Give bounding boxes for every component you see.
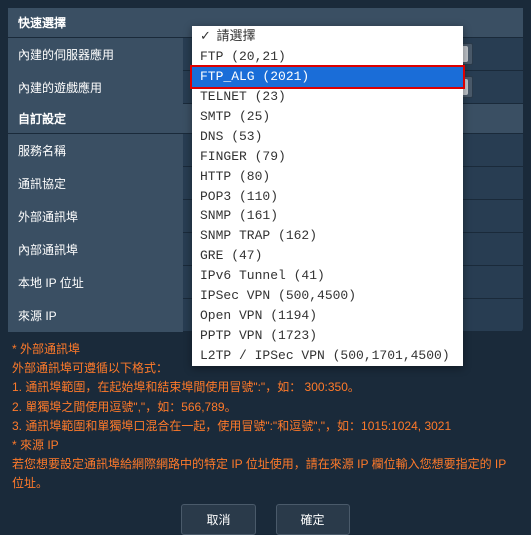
internal-port-label: 內部通訊埠 bbox=[8, 233, 183, 266]
dropdown-option[interactable]: SMTP (25) bbox=[192, 107, 463, 127]
checkmark-icon: ✓ bbox=[200, 28, 215, 43]
dropdown-option[interactable]: SNMP TRAP (162) bbox=[192, 226, 463, 246]
dropdown-option[interactable]: DNS (53) bbox=[192, 127, 463, 147]
dropdown-option[interactable]: ✓ 請選擇 bbox=[192, 26, 463, 47]
dropdown-option[interactable]: HTTP (80) bbox=[192, 167, 463, 187]
hint-line-2: 2. 單獨埠之間使用逗號","，如：566,789。 bbox=[12, 398, 519, 417]
dropdown-option[interactable]: GRE (47) bbox=[192, 246, 463, 266]
dropdown-option[interactable]: L2TP / IPSec VPN (500,1701,4500) bbox=[192, 346, 463, 366]
hint-source-ip-title: * 來源 IP bbox=[12, 436, 519, 455]
server-app-dropdown-list: ✓ 請選擇FTP (20,21)FTP_ALG (2021)TELNET (23… bbox=[192, 26, 463, 366]
dropdown-option[interactable]: POP3 (110) bbox=[192, 187, 463, 207]
local-ip-label: 本地 IP 位址 bbox=[8, 266, 183, 299]
dropdown-option[interactable]: IPSec VPN (500,4500) bbox=[192, 286, 463, 306]
game-app-label: 內建的遊戲應用 bbox=[8, 71, 183, 104]
server-app-label: 內建的伺服器應用 bbox=[8, 38, 183, 71]
hint-line-3: 3. 通訊埠範圍和單獨埠口混合在一起，使用冒號":"和逗號","，如：1015:… bbox=[12, 417, 519, 436]
service-name-label: 服務名稱 bbox=[8, 134, 183, 167]
cancel-button[interactable]: 取消 bbox=[181, 504, 255, 535]
dropdown-option[interactable]: IPv6 Tunnel (41) bbox=[192, 266, 463, 286]
dropdown-option[interactable]: FTP_ALG (2021) bbox=[190, 65, 465, 89]
dropdown-option[interactable]: FTP (20,21) bbox=[192, 47, 463, 67]
external-port-label: 外部通訊埠 bbox=[8, 200, 183, 233]
dropdown-option[interactable]: PPTP VPN (1723) bbox=[192, 326, 463, 346]
dropdown-option[interactable]: Open VPN (1194) bbox=[192, 306, 463, 326]
dropdown-option[interactable]: TELNET (23) bbox=[192, 87, 463, 107]
ok-button[interactable]: 確定 bbox=[276, 504, 350, 535]
hint-source-ip-text: 若您想要設定通訊埠給網際網路中的特定 IP 位址使用，請在來源 IP 欄位輸入您… bbox=[12, 455, 519, 493]
hint-line-1: 1. 通訊埠範圍，在起始埠和結束埠間使用冒號":"，如： 300:350。 bbox=[12, 378, 519, 397]
protocol-label: 通訊協定 bbox=[8, 167, 183, 200]
source-ip-label: 來源 IP bbox=[8, 299, 183, 332]
dropdown-option[interactable]: SNMP (161) bbox=[192, 206, 463, 226]
dropdown-option[interactable]: FINGER (79) bbox=[192, 147, 463, 167]
